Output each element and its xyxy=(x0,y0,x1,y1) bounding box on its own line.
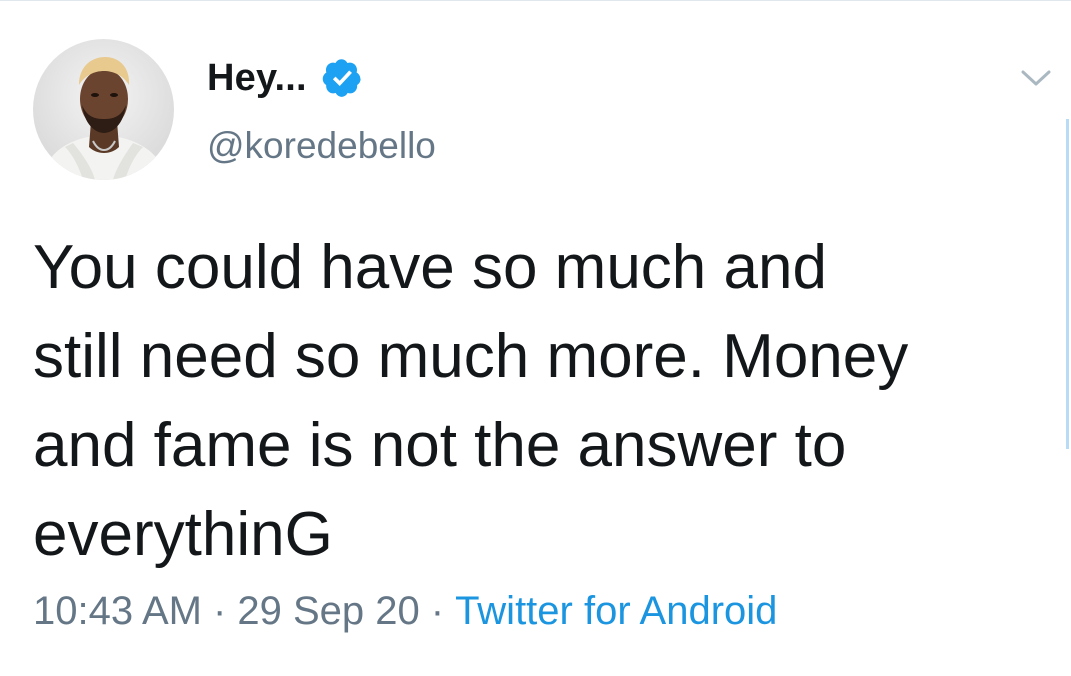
chevron-down-icon[interactable] xyxy=(1019,65,1053,91)
tweet-time: 10:43 AM xyxy=(33,589,203,633)
avatar[interactable] xyxy=(33,39,174,180)
display-name-row[interactable]: Hey... xyxy=(207,53,363,103)
tweet-meta: 10:43 AM · 29 Sep 20 · Twitter for Andro… xyxy=(33,589,777,634)
tweet-card: Hey... @koredebello You could have so mu… xyxy=(0,0,1071,676)
tweet-date: 29 Sep 20 xyxy=(237,589,420,633)
meta-separator: · xyxy=(430,589,445,633)
scroll-indicator xyxy=(1066,119,1069,449)
tweet-text: You could have so much and still need so… xyxy=(33,233,909,569)
tweet-source-link[interactable]: Twitter for Android xyxy=(455,589,777,634)
verified-badge-icon xyxy=(321,57,363,99)
meta-separator: · xyxy=(213,589,227,633)
user-handle[interactable]: @koredebello xyxy=(207,125,436,167)
display-name[interactable]: Hey... xyxy=(207,57,307,100)
